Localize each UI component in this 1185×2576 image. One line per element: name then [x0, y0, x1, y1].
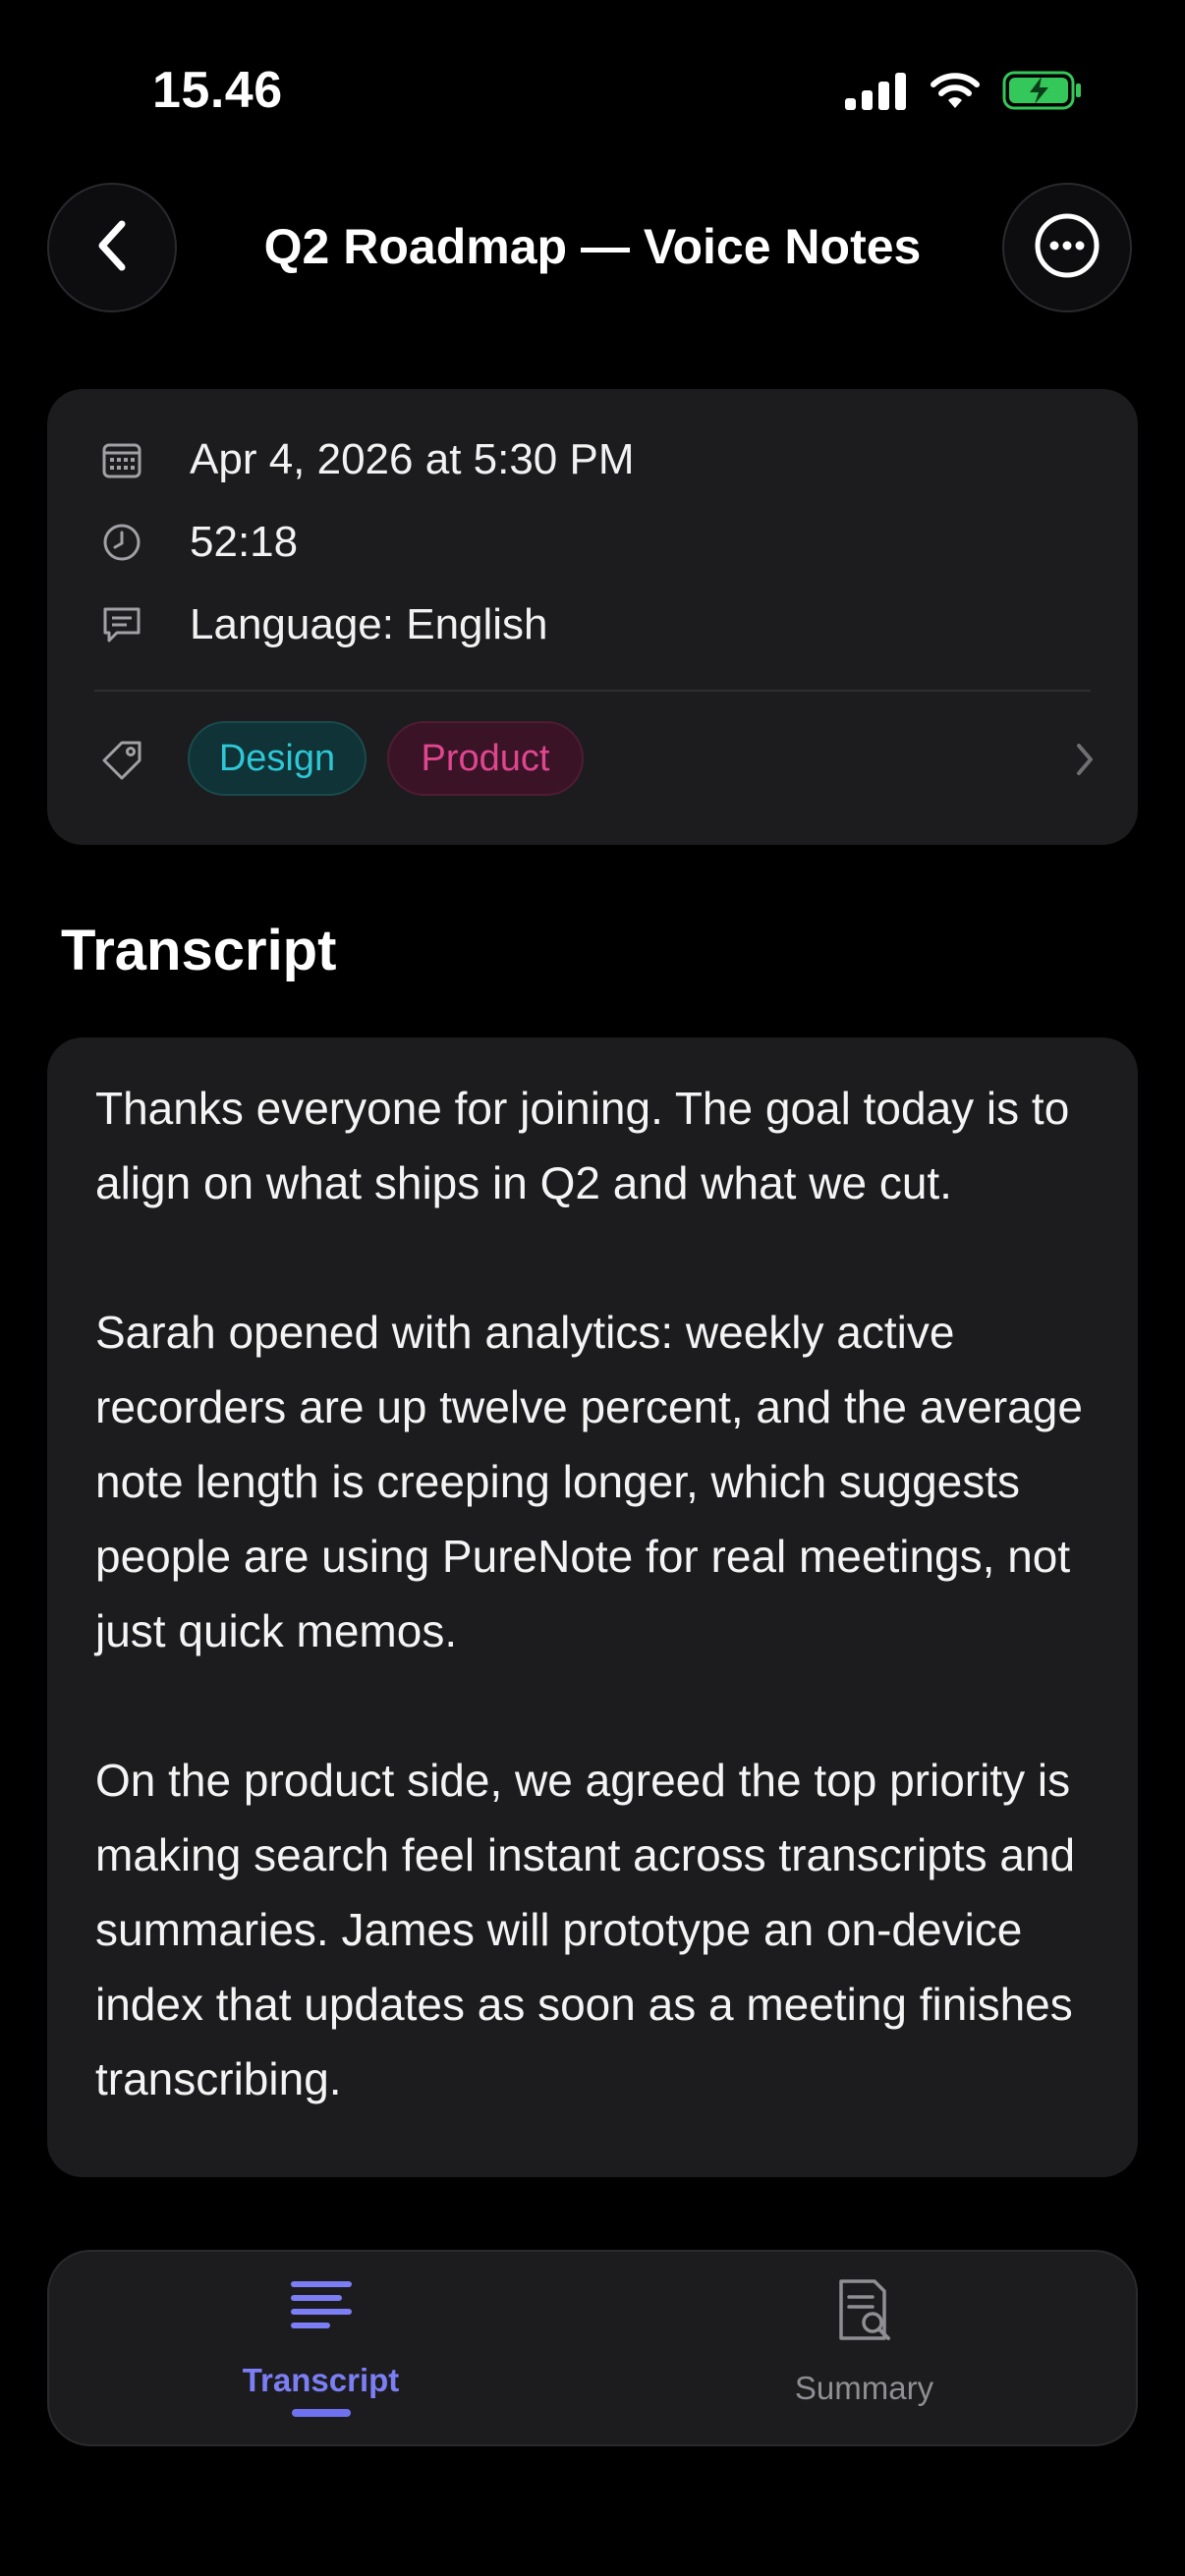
transcript-paragraph: Sarah opened with analytics: weekly acti…: [95, 1307, 1083, 1656]
tag-design[interactable]: Design: [188, 721, 367, 796]
tab-summary[interactable]: Summary: [592, 2252, 1136, 2444]
transcript-paragraph: Thanks everyone for joining. The goal to…: [95, 1083, 1070, 1208]
bottom-tab-bar: Transcript Summary: [47, 2250, 1138, 2446]
scroll-fade: [47, 2118, 1138, 2177]
clock-icon: [100, 521, 143, 564]
tab-summary-label: Summary: [794, 2370, 934, 2406]
active-tab-indicator: [291, 2409, 351, 2417]
document-search-icon: [835, 2277, 894, 2351]
screen: 15.46 Q2 Roadmap — Voice Notes Apr 4, 20…: [0, 0, 1185, 2576]
divider: [94, 690, 1091, 692]
transcript-heading: Transcript: [61, 919, 337, 982]
more-options-button[interactable]: [1002, 183, 1132, 312]
tag-product[interactable]: Product: [387, 721, 584, 796]
cellular-signal-icon: [845, 71, 908, 115]
back-button[interactable]: [47, 183, 177, 312]
status-time: 15.46: [152, 62, 283, 119]
language-row: Language: English: [47, 595, 1138, 654]
tag-icon: [100, 737, 145, 787]
transcript-paragraph: On the product side, we agreed the top p…: [95, 1755, 1076, 2104]
calendar-icon: [100, 438, 143, 481]
wifi-icon: [930, 71, 981, 115]
page-title: Q2 Roadmap — Voice Notes: [263, 219, 922, 274]
date-row: Apr 4, 2026 at 5:30 PM: [47, 430, 1138, 489]
tags-row[interactable]: Design Product: [47, 721, 1138, 796]
ellipsis-circle-icon: [1033, 211, 1101, 285]
chevron-left-icon: [90, 218, 134, 278]
transcript-card[interactable]: Thanks everyone for joining. The goal to…: [47, 1037, 1138, 2177]
transcript-lines-icon: [289, 2277, 354, 2341]
battery-charging-icon: [1002, 71, 1083, 115]
tab-transcript-label: Transcript: [242, 2362, 400, 2398]
duration-row: 52:18: [47, 513, 1138, 572]
status-icons: [845, 71, 1083, 115]
tab-transcript[interactable]: Transcript: [49, 2252, 592, 2444]
recording-date: Apr 4, 2026 at 5:30 PM: [190, 435, 635, 483]
status-bar: 15.46: [0, 0, 1185, 187]
transcript-body: Thanks everyone for joining. The goal to…: [95, 1071, 1088, 2177]
recording-info-card: Apr 4, 2026 at 5:30 PM 52:18 Language: E…: [47, 389, 1138, 845]
chevron-right-icon: [1073, 741, 1097, 783]
recording-language: Language: English: [190, 600, 548, 648]
recording-duration: 52:18: [190, 518, 299, 566]
speech-bubble-icon: [100, 603, 143, 646]
